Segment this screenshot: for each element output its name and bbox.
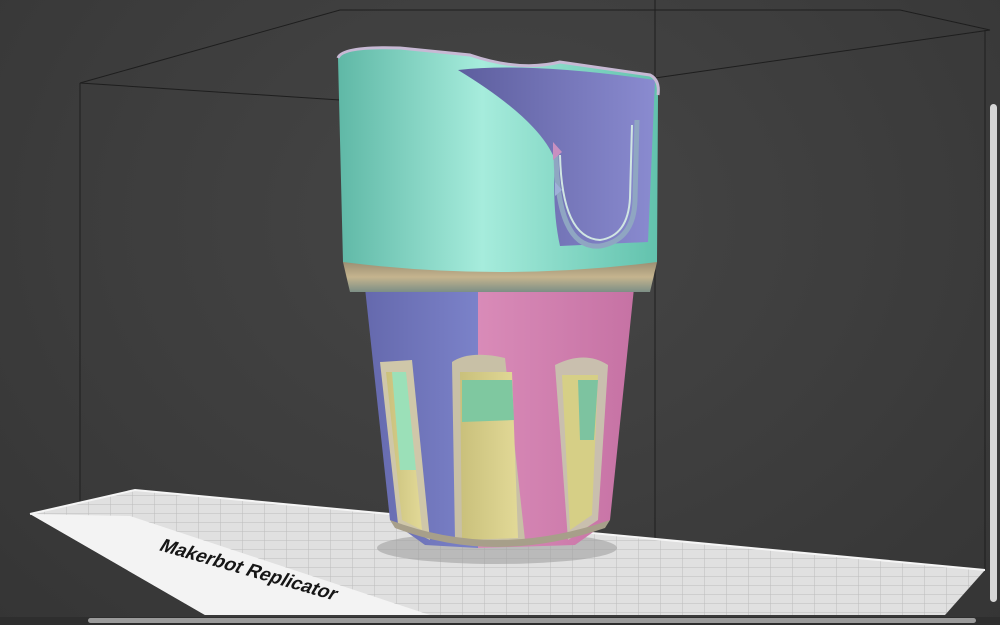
horizontal-scrollbar[interactable]: [0, 617, 1000, 625]
scene-canvas[interactable]: Makerbot Replicator: [0, 0, 1000, 625]
3d-viewport[interactable]: Makerbot Replicator: [0, 0, 1000, 625]
horizontal-scrollbar-thumb[interactable]: [88, 618, 976, 623]
vertical-scrollbar[interactable]: [990, 104, 997, 602]
cup-holder-model[interactable]: [336, 46, 660, 548]
